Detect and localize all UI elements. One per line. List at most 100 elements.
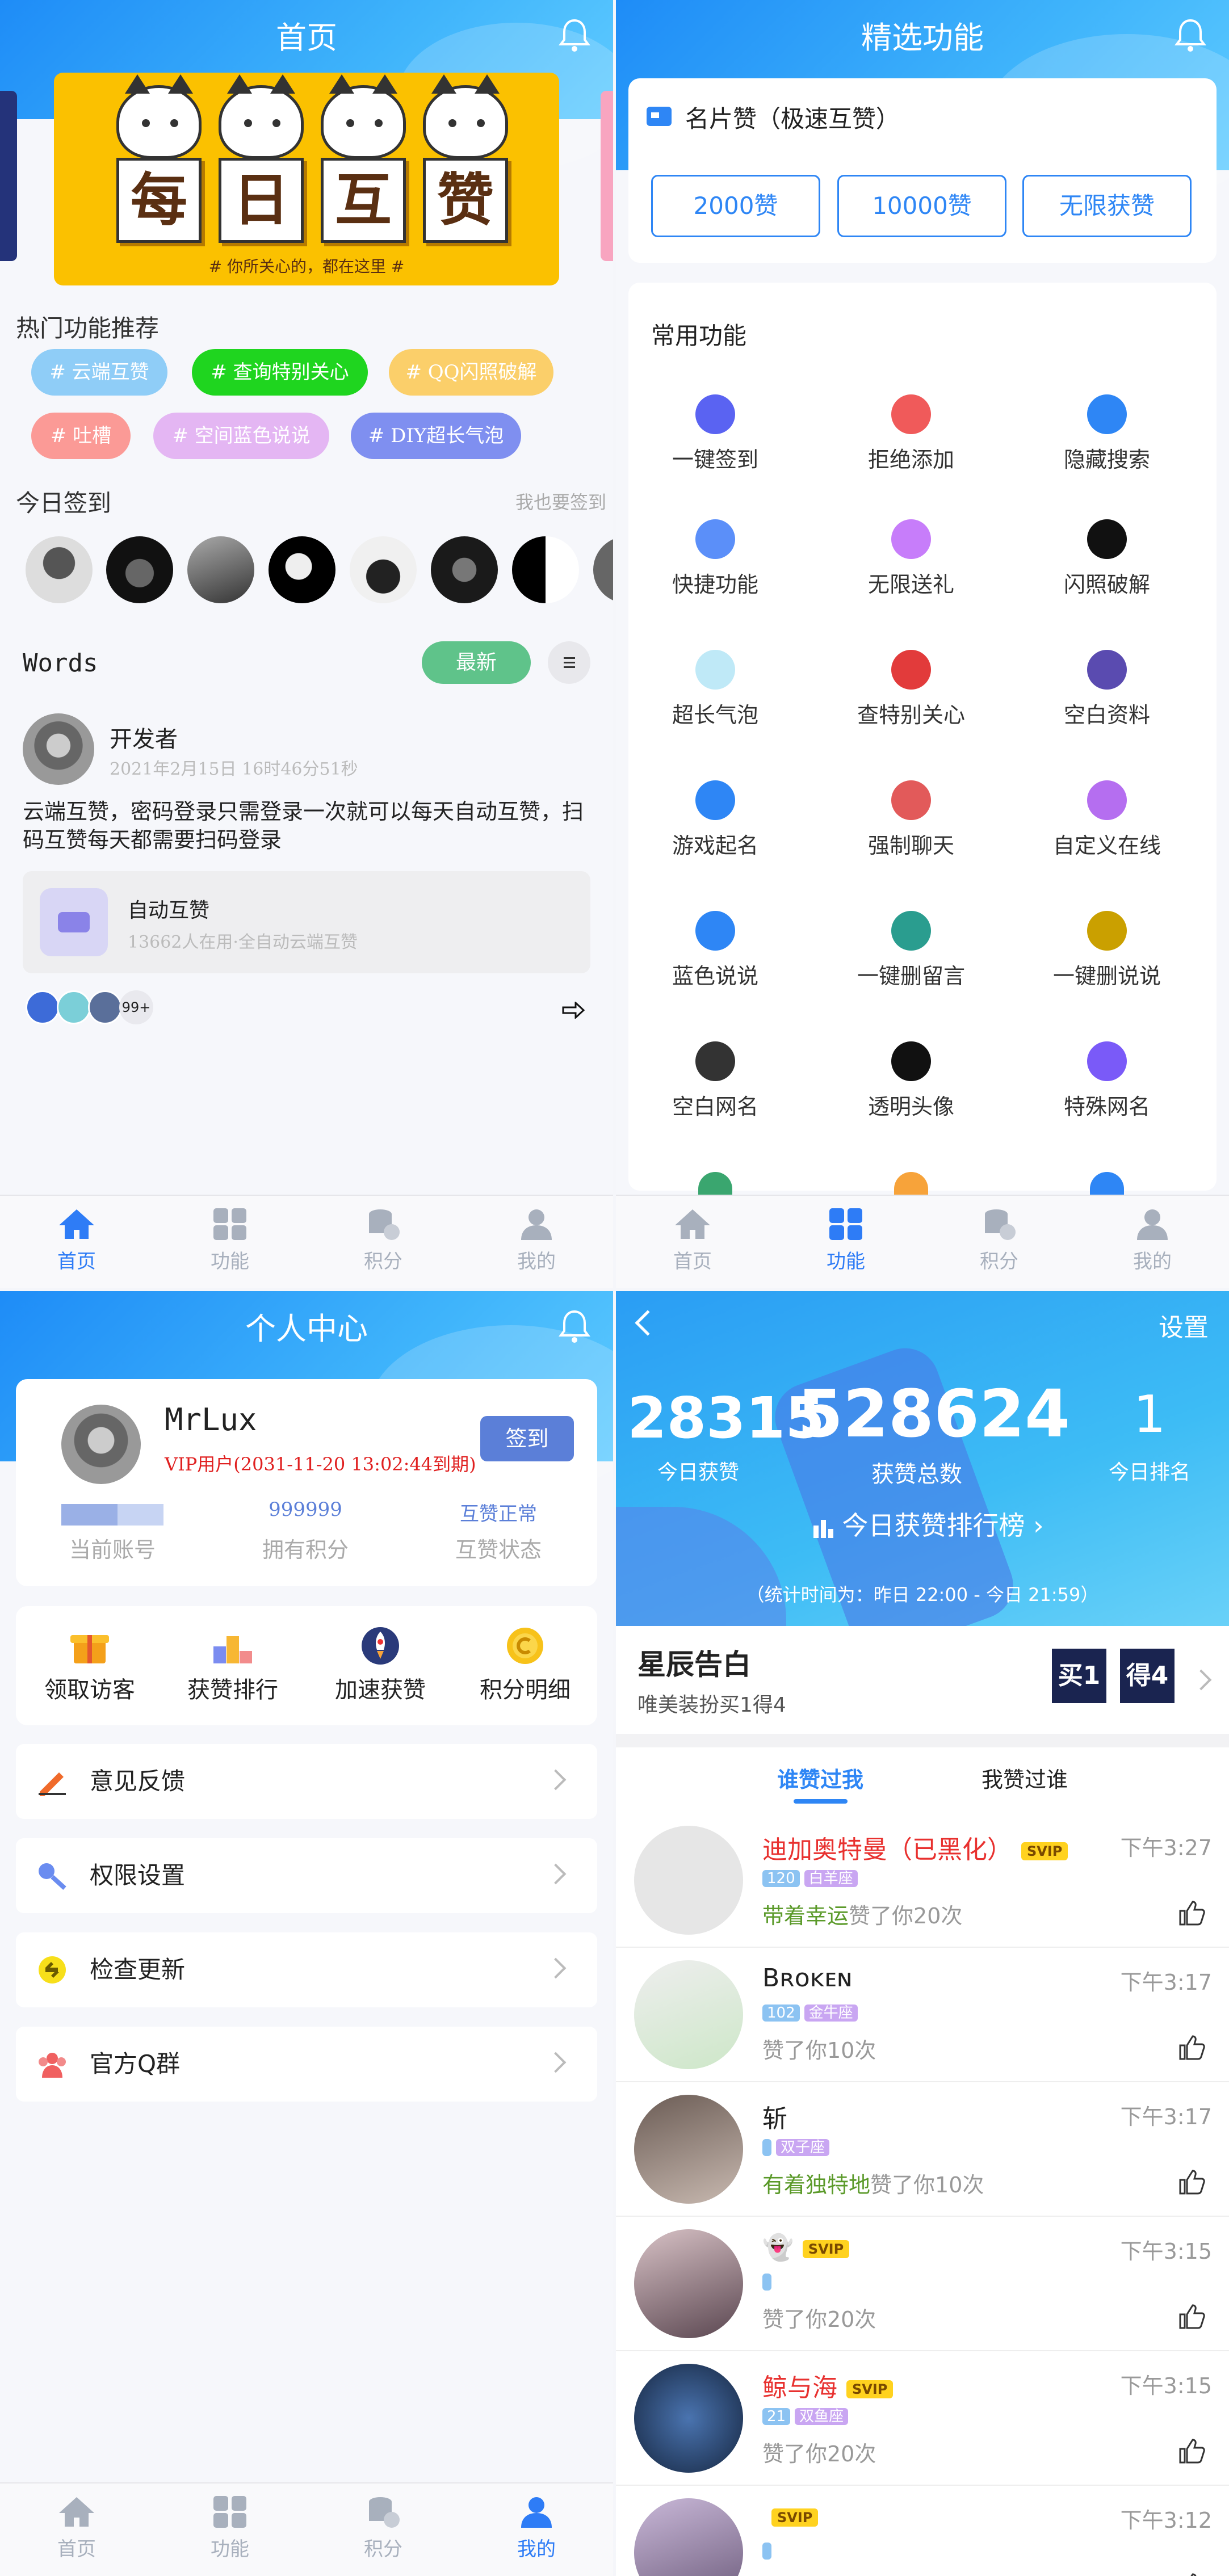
tab-points[interactable]: 积分 xyxy=(307,1196,460,1288)
function-trash-14[interactable]: 一键删说说 xyxy=(1022,911,1192,990)
tab-functions[interactable]: 功能 xyxy=(153,1196,307,1288)
tab-me[interactable]: 我的 xyxy=(1076,1196,1229,1288)
liker-avatar[interactable] xyxy=(634,2229,743,2338)
user-icon xyxy=(1137,1209,1168,1240)
share-icon[interactable] xyxy=(562,1002,585,1019)
menu-feedback[interactable]: 意见反馈 xyxy=(16,1744,597,1819)
chip-cloud-like[interactable]: # 云端互赞 xyxy=(31,349,167,396)
thumbs-up-icon[interactable] xyxy=(1177,1898,1205,1927)
banner[interactable]: 每 日 互 赞 # 你所关心的，都在这里 # xyxy=(54,73,559,285)
avatar[interactable] xyxy=(106,536,173,603)
thumbs-up-icon[interactable] xyxy=(1177,2033,1205,2061)
liker-avatar[interactable] xyxy=(634,1960,743,2069)
shortcut-points-detail[interactable]: 积分明细 xyxy=(451,1626,599,1704)
svip-badge: SVIP xyxy=(802,2240,850,2258)
bell-icon[interactable] xyxy=(1172,17,1209,53)
avatar[interactable] xyxy=(431,536,498,603)
promo-banner[interactable]: 星辰告白 唯美装扮买1得4 买1 得4 xyxy=(616,1626,1229,1734)
btn-10000-likes[interactable]: 10000赞 xyxy=(837,175,1006,237)
shortcut-ranking[interactable]: 获赞排行 xyxy=(159,1626,307,1704)
like-row[interactable]: 迪加奥特曼（已黑化） SVIP 下午3:27 120 白羊座 带着幸运赞了你20次 xyxy=(616,1813,1229,1948)
liker-avatar[interactable] xyxy=(634,1826,743,1935)
chip-flash-photo[interactable]: # QQ闪照破解 xyxy=(389,349,553,396)
signin-link[interactable]: 我也要签到 xyxy=(515,488,606,514)
tab-functions[interactable]: 功能 xyxy=(769,1196,922,1288)
menu-check-update[interactable]: 检查更新 xyxy=(16,1932,597,2007)
btn-2000-likes[interactable]: 2000赞 xyxy=(651,175,820,237)
avatar[interactable] xyxy=(512,536,579,603)
btn-unlimited-likes[interactable]: 无限获赞 xyxy=(1022,175,1192,237)
function-stripes-15[interactable]: 空白网名 xyxy=(630,1041,800,1120)
like-row[interactable]: SVIP 下午3:12 赞了你20次 xyxy=(616,2486,1229,2576)
liker-avatar[interactable] xyxy=(634,2498,743,2576)
latest-button[interactable]: 最新 xyxy=(422,641,531,684)
avatar[interactable] xyxy=(593,536,613,603)
avatar[interactable] xyxy=(187,536,254,603)
app-name: 自动互赞 xyxy=(128,899,210,922)
function-mountain-9[interactable]: 游戏起名 xyxy=(630,780,800,859)
profile-avatar[interactable] xyxy=(61,1405,141,1484)
tab-home[interactable]: 首页 xyxy=(0,1196,153,1288)
author-avatar[interactable] xyxy=(23,713,94,785)
function-bell-12[interactable]: 蓝色说说 xyxy=(630,911,800,990)
menu-official-group[interactable]: 官方Q群 xyxy=(16,2027,597,2102)
common-functions-title: 常用功能 xyxy=(651,322,747,350)
function-pencil-11[interactable]: 自定义在线 xyxy=(1022,780,1192,859)
like-time: 下午3:12 xyxy=(1120,2508,1212,2533)
chip-blue-talk[interactable]: # 空间蓝色说说 xyxy=(153,413,329,459)
app-card[interactable]: 自动互赞 13662人在用·全自动云端互赞 xyxy=(23,871,590,973)
chip-complain[interactable]: # 吐槽 xyxy=(31,413,131,459)
signin-button[interactable]: 签到 xyxy=(480,1416,574,1461)
function-grid-3[interactable]: 快捷功能 xyxy=(630,519,800,598)
ranking-button[interactable]: 今日获赞排行榜 › xyxy=(798,1506,1059,1545)
liker-avatar[interactable] xyxy=(634,2364,743,2473)
bell-icon[interactable] xyxy=(556,17,593,53)
tab-functions[interactable]: 功能 xyxy=(153,2483,307,2576)
like-row[interactable]: 鲸与海 SVIP 下午3:15 21 双鱼座 赞了你20次 xyxy=(616,2351,1229,2486)
avatar[interactable] xyxy=(26,536,93,603)
menu-icon[interactable] xyxy=(548,641,590,684)
tab-me[interactable]: 我的 xyxy=(460,2483,613,2576)
function-pulse-5[interactable]: 闪照破解 xyxy=(1022,519,1192,598)
function-trash-13[interactable]: 一键删留言 xyxy=(826,911,996,990)
tab-home[interactable]: 首页 xyxy=(0,2483,153,2576)
function-ghost-16[interactable]: 透明头像 xyxy=(826,1041,996,1120)
function-heart-arrow-7[interactable]: 查特别关心 xyxy=(826,650,996,729)
shortcut-boost[interactable]: 加速获赞 xyxy=(307,1626,454,1704)
menu-permissions[interactable]: 权限设置 xyxy=(16,1838,597,1913)
function-scan-17[interactable]: 特殊网名 xyxy=(1022,1041,1192,1120)
function-gift-4[interactable]: 无限送礼 xyxy=(826,519,996,598)
heart-arrow-icon xyxy=(891,650,931,690)
thumbs-up-icon[interactable] xyxy=(1177,2571,1205,2576)
chip-special-care[interactable]: # 查询特别关心 xyxy=(192,349,368,396)
thumbs-up-icon[interactable] xyxy=(1177,2167,1205,2196)
function-profile-8[interactable]: 空白资料 xyxy=(1022,650,1192,729)
tab-points[interactable]: 积分 xyxy=(307,2483,460,2576)
like-row[interactable]: 👻 SVIP 下午3:15 赞了你20次 xyxy=(616,2217,1229,2351)
avatar[interactable] xyxy=(350,536,417,603)
like-row[interactable]: Bʀᴏᴋᴇɴ 下午3:17 102 金牛座 赞了你10次 xyxy=(616,1948,1229,2082)
tab-who-liked-me[interactable]: 谁赞过我 xyxy=(775,1762,866,1793)
age-tag xyxy=(762,2274,771,2291)
tab-points[interactable]: 积分 xyxy=(922,1196,1076,1288)
shortcut-visitors[interactable]: 领取访客 xyxy=(16,1626,163,1704)
tab-me[interactable]: 我的 xyxy=(460,1196,613,1288)
settings-link[interactable]: 设置 xyxy=(1159,1307,1209,1343)
thumbs-up-icon[interactable] xyxy=(1177,2436,1205,2465)
avatar[interactable] xyxy=(269,536,335,603)
carousel-prev-slide xyxy=(0,91,17,261)
tab-who-i-liked[interactable]: 我赞过谁 xyxy=(979,1762,1070,1793)
like-row[interactable]: 斩 下午3:17 双子座 有着独特地赞了你10次 xyxy=(616,2082,1229,2217)
function-calendar-0[interactable]: 一键签到 xyxy=(630,394,800,473)
function-block-1[interactable]: 拒绝添加 xyxy=(826,394,996,473)
function-chat-bubble-2[interactable]: 隐藏搜索 xyxy=(1022,394,1192,473)
function-chat-10[interactable]: 强制聊天 xyxy=(826,780,996,859)
chip-diy-bubble[interactable]: # DIY超长气泡 xyxy=(351,413,521,459)
bell-icon[interactable] xyxy=(556,1308,593,1344)
ghost-icon xyxy=(891,1041,931,1081)
chevron-right-icon xyxy=(1190,1669,1212,1691)
liker-avatar[interactable] xyxy=(634,2095,743,2204)
thumbs-up-icon[interactable] xyxy=(1177,2302,1205,2330)
function-bubble-6[interactable]: 超长气泡 xyxy=(630,650,800,729)
tab-home[interactable]: 首页 xyxy=(616,1196,769,1288)
